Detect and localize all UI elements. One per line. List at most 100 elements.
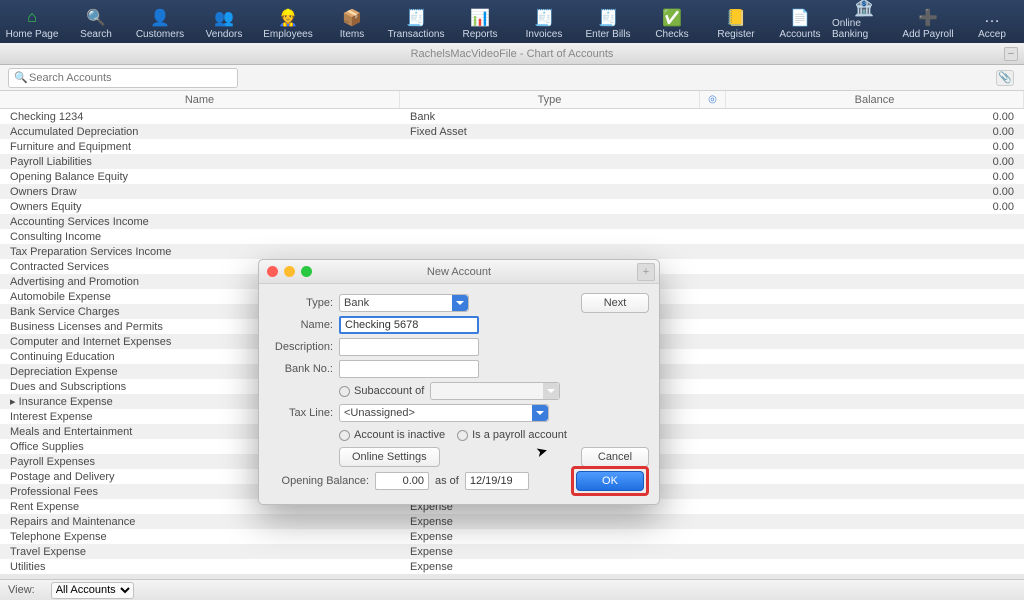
accounts-table: Checking 1234Bank0.00Accumulated Depreci… bbox=[0, 109, 1024, 579]
bankno-input[interactable] bbox=[339, 360, 479, 378]
view-label: View: bbox=[8, 584, 35, 596]
toolbar-reports[interactable]: 📊Reports bbox=[448, 0, 512, 43]
col-balance[interactable]: Balance bbox=[726, 91, 1024, 108]
cell-name: Owners Draw bbox=[0, 186, 400, 198]
table-row[interactable]: Telephone ExpenseExpense bbox=[0, 529, 1024, 544]
cell-balance: 0.00 bbox=[726, 171, 1024, 183]
table-row[interactable]: Travel ExpenseExpense bbox=[0, 544, 1024, 559]
cell-name: Tax Preparation Services Income bbox=[0, 246, 400, 258]
subaccount-checkbox[interactable] bbox=[339, 386, 350, 397]
minimize-icon[interactable] bbox=[284, 266, 295, 277]
ok-button[interactable]: OK bbox=[576, 471, 644, 491]
table-row[interactable]: Tax Preparation Services Income bbox=[0, 244, 1024, 259]
subaccount-select[interactable] bbox=[430, 382, 560, 400]
taxline-value: <Unassigned> bbox=[344, 407, 415, 419]
toolbar-accep[interactable]: …Accep bbox=[960, 0, 1024, 43]
cell-type: Bank bbox=[400, 111, 700, 123]
toolbar-label: Transactions bbox=[388, 29, 445, 40]
toolbar-label: Enter Bills bbox=[585, 29, 630, 40]
cell-balance: 0.00 bbox=[726, 201, 1024, 213]
table-row[interactable]: Repairs and MaintenanceExpense bbox=[0, 514, 1024, 529]
toolbar-label: Checks bbox=[655, 29, 688, 40]
toolbar-label: Search bbox=[80, 29, 112, 40]
type-select[interactable]: Bank bbox=[339, 294, 469, 312]
add-another-button[interactable]: + bbox=[637, 263, 655, 281]
zoom-icon[interactable] bbox=[301, 266, 312, 277]
toolbar-online-banking[interactable]: 🏦Online Banking bbox=[832, 0, 896, 43]
col-type[interactable]: Type bbox=[400, 91, 700, 108]
toolbar-employees[interactable]: 👷Employees bbox=[256, 0, 320, 43]
toolbar-accounts[interactable]: 📄Accounts bbox=[768, 0, 832, 43]
toolbar-invoices[interactable]: 🧾Invoices bbox=[512, 0, 576, 43]
asof-input[interactable] bbox=[465, 472, 529, 490]
cell-balance: 0.00 bbox=[726, 156, 1024, 168]
toolbar-items[interactable]: 📦Items bbox=[320, 0, 384, 43]
table-row[interactable]: Owners Draw 0.00 bbox=[0, 184, 1024, 199]
col-attachments[interactable]: ◎ bbox=[700, 91, 726, 108]
search-input[interactable] bbox=[8, 68, 238, 88]
attachments-button[interactable]: 📎 bbox=[996, 70, 1014, 86]
next-button[interactable]: Next bbox=[581, 293, 649, 313]
table-row[interactable]: Accumulated DepreciationFixed Asset0.00 bbox=[0, 124, 1024, 139]
table-row[interactable]: Accounting Services Income bbox=[0, 214, 1024, 229]
inactive-checkbox[interactable] bbox=[339, 430, 350, 441]
cell-type: Expense bbox=[400, 516, 700, 528]
toolbar-enter-bills[interactable]: 🧾Enter Bills bbox=[576, 0, 640, 43]
subaccount-label: Subaccount of bbox=[354, 385, 424, 397]
col-name[interactable]: Name bbox=[0, 91, 400, 108]
table-row[interactable]: Owners Equity 0.00 bbox=[0, 199, 1024, 214]
toolbar-label: Vendors bbox=[206, 29, 243, 40]
toolbar-icon: ➕ bbox=[917, 7, 939, 29]
minimize-button[interactable]: – bbox=[1004, 47, 1018, 61]
toolbar-label: Accep bbox=[978, 29, 1006, 40]
cell-name: Repairs and Maintenance bbox=[0, 516, 400, 528]
toolbar-icon: 📄 bbox=[789, 7, 811, 29]
table-row[interactable]: Checking 1234Bank0.00 bbox=[0, 109, 1024, 124]
inactive-label: Account is inactive bbox=[354, 429, 445, 441]
cancel-button[interactable]: Cancel bbox=[581, 447, 649, 467]
search-icon: 🔍 bbox=[14, 71, 28, 84]
description-input[interactable] bbox=[339, 338, 479, 356]
table-row[interactable]: Opening Balance Equity0.00 bbox=[0, 169, 1024, 184]
table-header: Name Type ◎ Balance bbox=[0, 91, 1024, 109]
cell-name: Furniture and Equipment bbox=[0, 141, 400, 153]
cell-type: Fixed Asset bbox=[400, 126, 700, 138]
name-input[interactable] bbox=[339, 316, 479, 334]
table-row[interactable]: Consulting Income bbox=[0, 229, 1024, 244]
table-row[interactable]: UtilitiesExpense bbox=[0, 559, 1024, 574]
toolbar-customers[interactable]: 👤Customers bbox=[128, 0, 192, 43]
view-filter-select[interactable]: All Accounts bbox=[51, 582, 134, 599]
table-row[interactable]: Payroll Liabilities 0.00 bbox=[0, 154, 1024, 169]
opening-balance-label: Opening Balance: bbox=[269, 475, 375, 487]
cell-type: Expense bbox=[400, 546, 700, 558]
cell-name: Owners Equity bbox=[0, 201, 400, 213]
toolbar-vendors[interactable]: 👥Vendors bbox=[192, 0, 256, 43]
toolbar-home-page[interactable]: ⌂Home Page bbox=[0, 0, 64, 43]
toolbar-icon: ⌂ bbox=[21, 7, 43, 29]
toolbar-icon: ✅ bbox=[661, 7, 683, 29]
taxline-select[interactable]: <Unassigned> bbox=[339, 404, 549, 422]
dialog-title: New Account bbox=[427, 266, 491, 278]
toolbar-search[interactable]: 🔍Search bbox=[64, 0, 128, 43]
toolbar-icon: 🧾 bbox=[597, 7, 619, 29]
search-bar: 🔍 📎 bbox=[0, 65, 1024, 91]
toolbar-icon: 🧾 bbox=[405, 7, 427, 29]
toolbar-register[interactable]: 📒Register bbox=[704, 0, 768, 43]
close-icon[interactable] bbox=[267, 266, 278, 277]
cell-balance: 0.00 bbox=[726, 186, 1024, 198]
cell-name: Payroll Liabilities bbox=[0, 156, 400, 168]
toolbar-transactions[interactable]: 🧾Transactions bbox=[384, 0, 448, 43]
online-settings-button[interactable]: Online Settings bbox=[339, 447, 440, 467]
toolbar-add-payroll[interactable]: ➕Add Payroll bbox=[896, 0, 960, 43]
toolbar-label: Online Banking bbox=[832, 18, 896, 40]
name-label: Name: bbox=[269, 319, 339, 331]
toolbar-checks[interactable]: ✅Checks bbox=[640, 0, 704, 43]
opening-balance-input[interactable] bbox=[375, 472, 429, 490]
table-row[interactable]: Furniture and Equipment0.00 bbox=[0, 139, 1024, 154]
cell-balance: 0.00 bbox=[726, 111, 1024, 123]
bankno-label: Bank No.: bbox=[269, 363, 339, 375]
new-account-dialog: New Account + Type: Bank Next Name: bbox=[258, 259, 660, 505]
toolbar-icon: … bbox=[981, 7, 1003, 29]
dialog-titlebar: New Account + bbox=[259, 260, 659, 284]
payroll-checkbox[interactable] bbox=[457, 430, 468, 441]
